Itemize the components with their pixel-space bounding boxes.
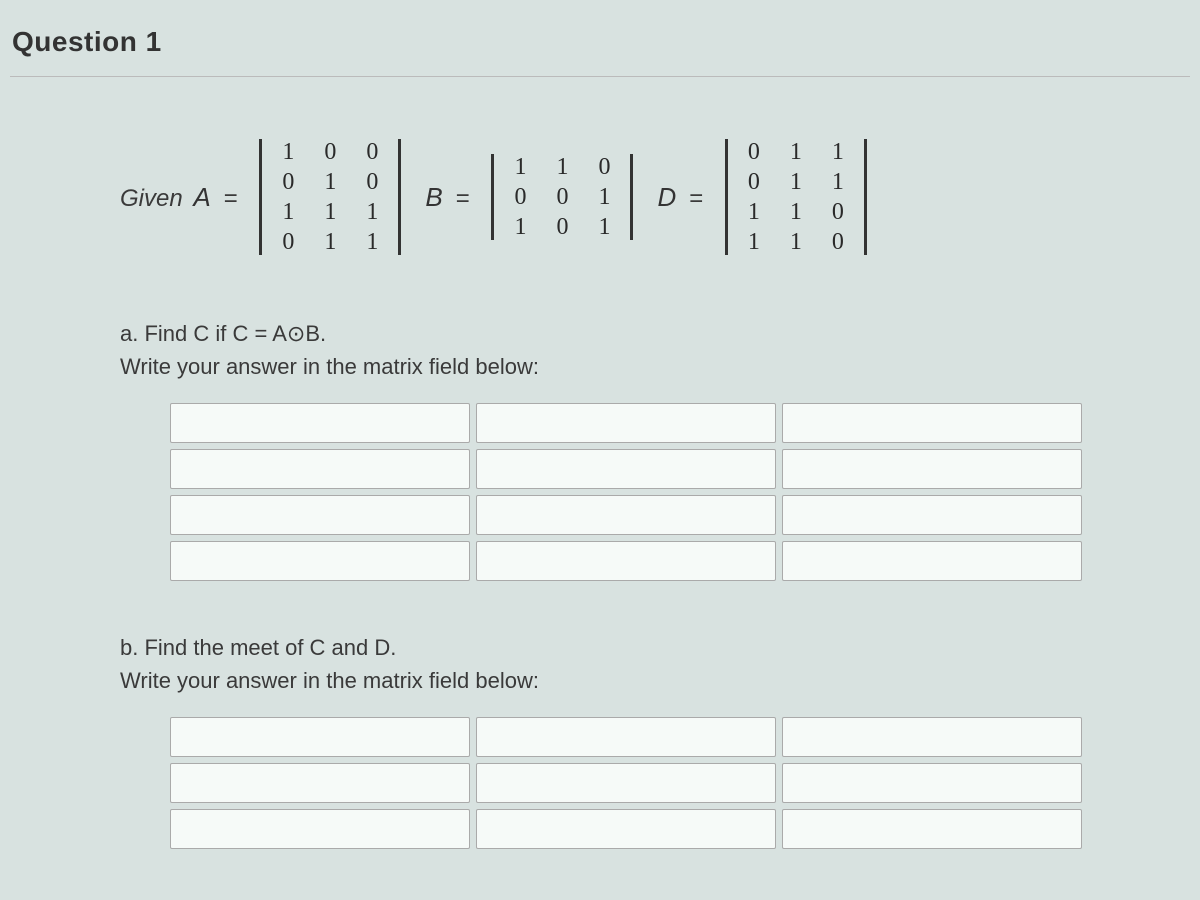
matrix-A-cell: 1 [351, 227, 393, 257]
question-content: Given A = 100 010 111 011 B = 110 00 [10, 137, 1190, 900]
part-a-label: a. Find C if C = A⊙B. [120, 321, 326, 346]
answer-a-cell[interactable] [782, 449, 1082, 489]
answer-b-cell[interactable] [782, 809, 1082, 849]
answer-a-cell[interactable] [476, 449, 776, 489]
matrix-A-cell: 1 [309, 167, 351, 197]
matrix-B-cell: 0 [541, 182, 583, 212]
answer-b-cell[interactable] [782, 717, 1082, 757]
matrix-D-cell: 1 [775, 227, 817, 257]
matrix-B-cell: 0 [541, 212, 583, 242]
answer-a-cell[interactable] [170, 541, 470, 581]
matrix-A-cell: 1 [267, 137, 309, 167]
answer-b-cell[interactable] [782, 763, 1082, 803]
matrix-B-cell: 0 [583, 152, 625, 182]
matrix-D-cell: 0 [817, 197, 859, 227]
matrix-D-name: D [657, 182, 676, 212]
part-a-answer-grid [170, 403, 1130, 581]
matrix-D-cell: 1 [733, 227, 775, 257]
equals-sign-D: = [689, 185, 703, 212]
matrix-B-cell: 1 [499, 212, 541, 242]
matrix-A-cell: 1 [309, 197, 351, 227]
matrix-A-name: A [193, 182, 210, 212]
part-b-label: b. Find the meet of C and D. [120, 635, 396, 660]
matrix-A-cell: 1 [351, 197, 393, 227]
answer-a-cell[interactable] [782, 541, 1082, 581]
matrix-B-cell: 1 [541, 152, 583, 182]
matrix-A-cell: 0 [351, 167, 393, 197]
matrix-A-cell: 0 [351, 137, 393, 167]
answer-a-cell[interactable] [170, 495, 470, 535]
matrix-B-cell: 1 [583, 182, 625, 212]
matrix-D-cell: 1 [775, 167, 817, 197]
answer-a-cell[interactable] [170, 403, 470, 443]
answer-b-cell[interactable] [476, 809, 776, 849]
matrix-D-cell: 1 [817, 137, 859, 167]
matrix-B: 110 001 101 [489, 152, 635, 242]
matrix-A-cell: 1 [267, 197, 309, 227]
matrix-A-cell: 0 [267, 227, 309, 257]
matrix-D-label: D = [653, 182, 704, 213]
answer-b-cell[interactable] [476, 763, 776, 803]
matrix-D-cell: 0 [817, 227, 859, 257]
matrix-B-label: B = [421, 182, 471, 213]
answer-b-cell[interactable] [170, 809, 470, 849]
matrix-D-cell: 1 [817, 167, 859, 197]
answer-a-cell[interactable] [782, 495, 1082, 535]
answer-b-cell[interactable] [476, 717, 776, 757]
matrix-D-cell: 1 [733, 197, 775, 227]
given-label: Given A = [120, 182, 239, 213]
matrix-A-cell: 0 [267, 167, 309, 197]
matrix-D-cell: 1 [775, 197, 817, 227]
matrix-A-cell: 1 [309, 227, 351, 257]
part-b-instruction: Write your answer in the matrix field be… [120, 668, 539, 693]
answer-b-cell[interactable] [170, 717, 470, 757]
given-text: Given [120, 185, 183, 212]
matrix-B-cell: 0 [499, 182, 541, 212]
matrix-D: 011 011 110 110 [723, 137, 869, 257]
matrix-B-name: B [425, 182, 442, 212]
matrix-D-cell: 0 [733, 137, 775, 167]
matrix-B-cell: 1 [583, 212, 625, 242]
given-matrices-row: Given A = 100 010 111 011 B = 110 00 [120, 137, 1130, 257]
part-a: a. Find C if C = A⊙B. Write your answer … [120, 317, 1130, 383]
answer-a-cell[interactable] [476, 541, 776, 581]
matrix-D-cell: 1 [775, 137, 817, 167]
equals-sign-A: = [223, 185, 237, 212]
equals-sign-B: = [455, 185, 469, 212]
matrix-A: 100 010 111 011 [257, 137, 403, 257]
answer-b-cell[interactable] [170, 763, 470, 803]
part-b-answer-grid [170, 717, 1130, 849]
question-title: Question 1 [10, 20, 1190, 77]
answer-a-cell[interactable] [782, 403, 1082, 443]
matrix-D-cell: 0 [733, 167, 775, 197]
matrix-B-cell: 1 [499, 152, 541, 182]
answer-a-cell[interactable] [170, 449, 470, 489]
answer-a-cell[interactable] [476, 403, 776, 443]
matrix-A-cell: 0 [309, 137, 351, 167]
part-b: b. Find the meet of C and D. Write your … [120, 631, 1130, 697]
question-page: Question 1 Given A = 100 010 111 011 B = [0, 0, 1200, 900]
answer-a-cell[interactable] [476, 495, 776, 535]
part-a-instruction: Write your answer in the matrix field be… [120, 354, 539, 379]
